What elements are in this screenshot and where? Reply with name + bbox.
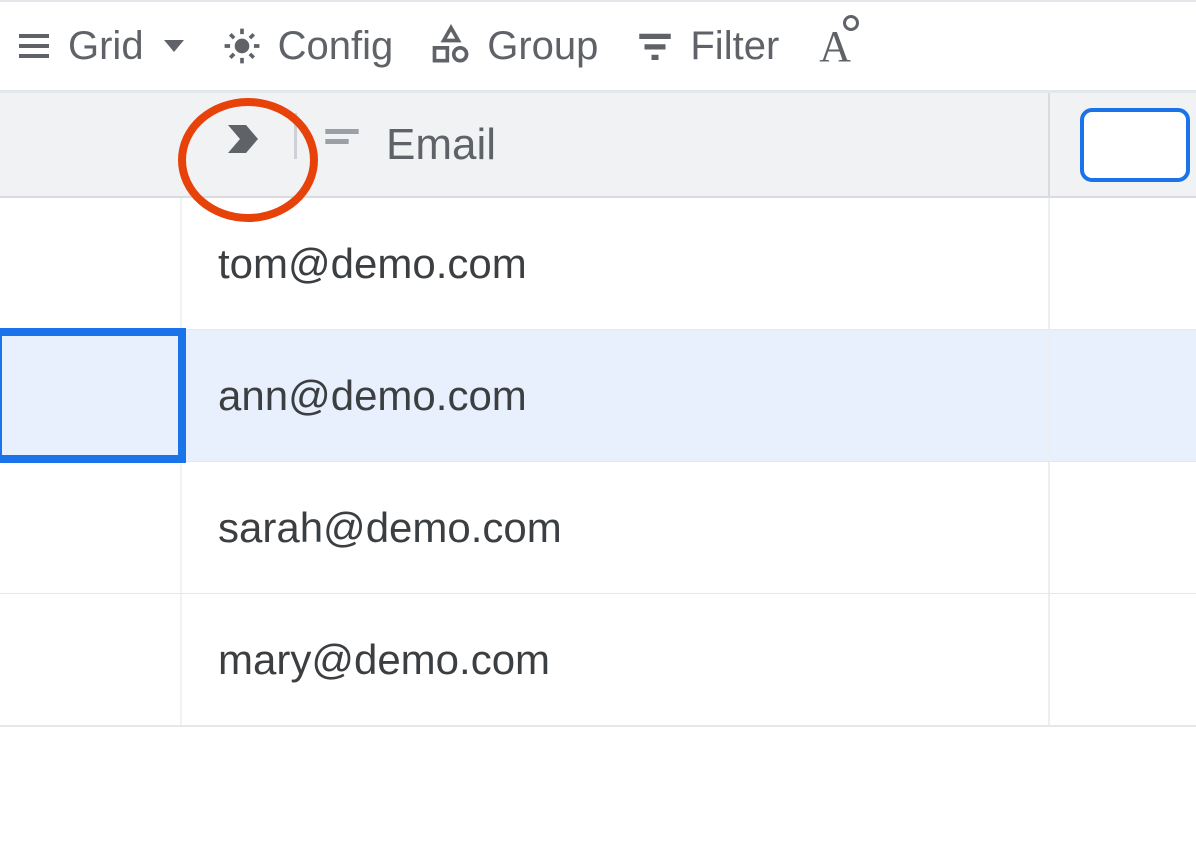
column-header-next[interactable]	[1050, 93, 1196, 196]
selection-rectangle	[0, 328, 186, 463]
cell-email-value: tom@demo.com	[218, 240, 527, 288]
filter-label: Filter	[690, 24, 779, 69]
cell-email[interactable]: ann@demo.com	[182, 330, 1050, 461]
font-button[interactable]: A	[819, 21, 851, 72]
data-rows: tom@demo.com ann@demo.com sarah@demo.com…	[0, 198, 1196, 726]
column-header-row: Email	[0, 92, 1196, 198]
cell-email-value: sarah@demo.com	[218, 504, 562, 552]
group-label: Group	[487, 24, 598, 69]
cell-email[interactable]: sarah@demo.com	[182, 462, 1050, 593]
row-gutter[interactable]	[0, 594, 182, 725]
text-field-icon	[322, 119, 362, 170]
column-header-email[interactable]: Email	[182, 93, 1050, 196]
grid-footer-space	[0, 726, 1196, 766]
active-column-indicator[interactable]	[1080, 108, 1190, 182]
toolbar: Grid Config Group	[0, 0, 1196, 92]
shapes-icon	[429, 24, 473, 68]
row-number-gutter-header	[0, 93, 182, 196]
row-gutter[interactable]	[0, 198, 182, 329]
column-resize-handle[interactable]	[294, 113, 297, 159]
group-button[interactable]: Group	[429, 24, 598, 69]
gear-icon	[220, 24, 264, 68]
expand-column-icon[interactable]	[218, 115, 266, 174]
config-label: Config	[278, 24, 394, 69]
cell-email[interactable]: tom@demo.com	[182, 198, 1050, 329]
font-a-icon: A	[819, 21, 851, 72]
cell-email-value: ann@demo.com	[218, 372, 527, 420]
table-row[interactable]: tom@demo.com	[0, 198, 1196, 330]
cell-email-value: mary@demo.com	[218, 636, 550, 684]
view-switcher-button[interactable]: Grid	[14, 24, 184, 69]
table-row[interactable]: mary@demo.com	[0, 594, 1196, 726]
table-row[interactable]: ann@demo.com	[0, 330, 1196, 462]
cell-email[interactable]: mary@demo.com	[182, 594, 1050, 725]
view-switcher-label: Grid	[68, 24, 144, 69]
filter-button[interactable]: Filter	[634, 24, 779, 69]
column-header-email-label: Email	[386, 120, 496, 170]
list-icon	[14, 26, 54, 66]
config-button[interactable]: Config	[220, 24, 394, 69]
row-gutter[interactable]	[0, 462, 182, 593]
caret-down-icon	[164, 40, 184, 52]
row-gutter[interactable]	[0, 330, 182, 461]
filter-icon	[634, 25, 676, 67]
table-row[interactable]: sarah@demo.com	[0, 462, 1196, 594]
